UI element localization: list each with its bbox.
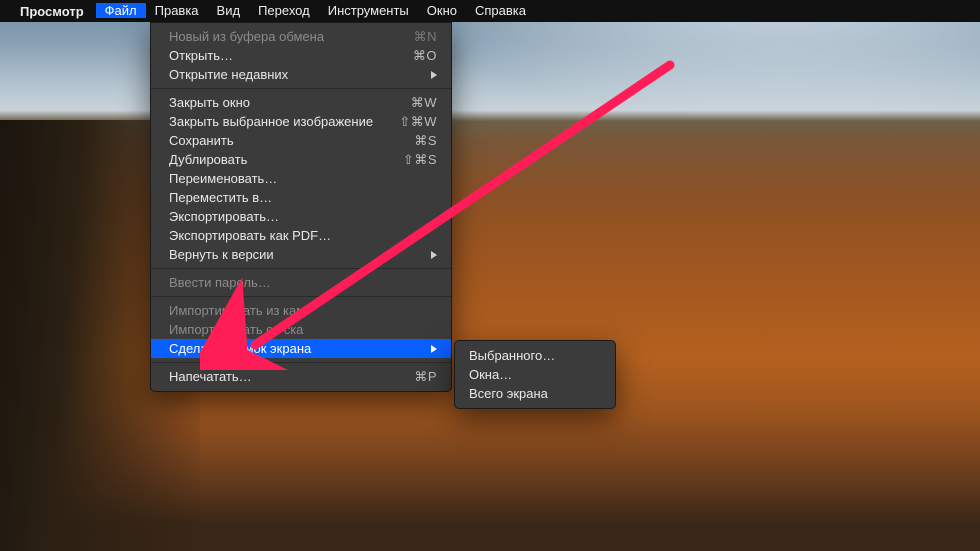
menu-row-label: Дублировать [169, 152, 391, 167]
menu-row[interactable]: Открытие недавних [151, 65, 451, 84]
menu-separator [151, 296, 451, 297]
menu-row[interactable]: Закрыть выбранное изображение ⇧⌘W [151, 112, 451, 131]
menu-shortcut: ⇧⌘W [399, 114, 437, 130]
menu-row-label: Сохранить [169, 133, 402, 148]
submenu-row[interactable]: Окна… [455, 365, 615, 384]
menu-row-label: Импортировать со ска [169, 322, 437, 337]
chevron-right-icon [431, 345, 437, 353]
menu-row-label: Открыть… [169, 48, 401, 63]
menu-shortcut: ⌘S [414, 133, 437, 149]
menu-shortcut: ⇧⌘S [403, 152, 437, 168]
menu-правка[interactable]: Правка [146, 3, 208, 18]
menu-row-label: Открытие недавних [169, 67, 421, 82]
menu-вид[interactable]: Вид [208, 3, 250, 18]
menu-row-label: Экспортировать… [169, 209, 437, 224]
menu-row-label: Сделать снимок экрана [169, 341, 421, 356]
menu-row[interactable]: Напечатать… ⌘P [151, 367, 451, 386]
menu-separator [151, 268, 451, 269]
desktop-wallpaper [0, 0, 980, 551]
menu-row-label: Напечатать… [169, 369, 402, 384]
menu-shortcut: ⌘O [413, 48, 437, 64]
menu-shortcut: ⌘N [414, 29, 437, 45]
menu-row[interactable]: Вернуть к версии [151, 245, 451, 264]
submenu-row-label: Окна… [469, 367, 601, 382]
submenu-row-label: Всего экрана [469, 386, 601, 401]
menu-separator [151, 362, 451, 363]
menu-shortcut: ⌘W [411, 95, 437, 111]
menu-row-label: Новый из буфера обмена [169, 29, 402, 44]
menu-row[interactable]: Дублировать ⇧⌘S [151, 150, 451, 169]
menu-row[interactable]: Открыть… ⌘O [151, 46, 451, 65]
menu-row[interactable]: Закрыть окно ⌘W [151, 93, 451, 112]
file-menu-dropdown: Новый из буфера обмена⌘NОткрыть…⌘OОткрыт… [150, 22, 452, 392]
menu-row[interactable]: Сделать снимок экрана [151, 339, 451, 358]
menu-row: Новый из буфера обмена ⌘N [151, 27, 451, 46]
menu-row: Импортировать из кам [151, 301, 451, 320]
menu-row[interactable]: Экспортировать как PDF… [151, 226, 451, 245]
menu-shortcut: ⌘P [414, 369, 437, 385]
menu-row[interactable]: Переименовать… [151, 169, 451, 188]
menu-переход[interactable]: Переход [249, 3, 319, 18]
submenu-row[interactable]: Выбранного… [455, 346, 615, 365]
chevron-right-icon [431, 251, 437, 259]
menu-инструменты[interactable]: Инструменты [319, 3, 418, 18]
menu-row-label: Переместить в… [169, 190, 437, 205]
menu-row[interactable]: Переместить в… [151, 188, 451, 207]
chevron-right-icon [431, 71, 437, 79]
submenu-row[interactable]: Всего экрана [455, 384, 615, 403]
menu-row-label: Импортировать из кам [169, 303, 437, 318]
menu-row-label: Переименовать… [169, 171, 437, 186]
menu-row[interactable]: Экспортировать… [151, 207, 451, 226]
menu-row-label: Экспортировать как PDF… [169, 228, 437, 243]
menu-row[interactable]: Сохранить ⌘S [151, 131, 451, 150]
submenu-row-label: Выбранного… [469, 348, 601, 363]
menubar: Просмотр ФайлПравкаВидПереходИнструменты… [0, 0, 980, 22]
menu-row-label: Закрыть выбранное изображение [169, 114, 387, 129]
menu-row: Импортировать со ска [151, 320, 451, 339]
menu-справка[interactable]: Справка [466, 3, 535, 18]
app-name[interactable]: Просмотр [20, 4, 84, 19]
menu-row-label: Закрыть окно [169, 95, 399, 110]
menu-окно[interactable]: Окно [418, 3, 466, 18]
menu-row-label: Ввести пароль… [169, 275, 437, 290]
menu-row: Ввести пароль… [151, 273, 451, 292]
screenshot-submenu: Выбранного… Окна… Всего экрана [454, 340, 616, 409]
menu-row-label: Вернуть к версии [169, 247, 421, 262]
menu-separator [151, 88, 451, 89]
menu-файл[interactable]: Файл [96, 3, 146, 18]
